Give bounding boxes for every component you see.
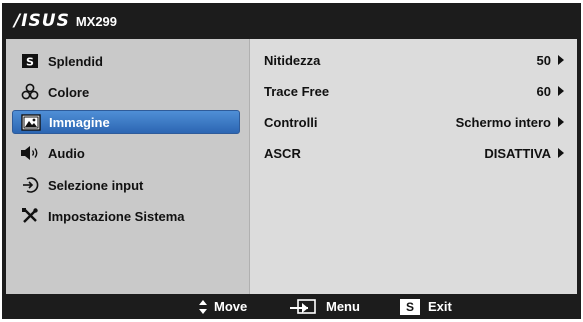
exit-label: Exit: [428, 299, 452, 314]
setting-value: DISATTIVA: [484, 145, 551, 161]
move-hint: Move: [198, 299, 247, 315]
speaker-icon: [20, 144, 40, 162]
sidebar-item-impostazione-sistema[interactable]: Impostazione Sistema: [12, 204, 240, 228]
settings-panel: Nitidezza 50 Trace Free 60 Controlli Sch…: [250, 39, 577, 294]
setting-row-nitidezza[interactable]: Nitidezza 50: [264, 49, 564, 71]
title-bar: /ISUS MX299: [2, 3, 581, 39]
setting-label: ASCR: [264, 145, 301, 161]
setting-label: Trace Free: [264, 83, 330, 99]
menu-label: Menu: [326, 299, 360, 314]
sidebar-item-immagine[interactable]: Immagine: [12, 110, 240, 134]
sidebar-item-label: Selezione input: [48, 177, 144, 193]
sidebar-item-selezione-input[interactable]: Selezione input: [12, 173, 240, 197]
svg-text:S: S: [26, 56, 34, 69]
exit-key-icon: S: [400, 298, 420, 315]
setting-row-controlli[interactable]: Controlli Schermo intero: [264, 111, 564, 133]
sidebar-item-label: Impostazione Sistema: [48, 208, 185, 224]
sidebar-item-colore[interactable]: Colore: [12, 80, 240, 104]
sidebar-item-label: Colore: [48, 84, 90, 100]
move-label: Move: [214, 299, 248, 314]
arrow-right-icon: [558, 117, 564, 127]
sidebar-item-splendid[interactable]: S Splendid: [12, 49, 240, 73]
setting-row-ascr[interactable]: ASCR DISATTIVA: [264, 142, 564, 164]
sidebar-item-label: Immagine: [49, 114, 110, 130]
sidebar-item-label: Audio: [48, 145, 85, 161]
picture-icon: [21, 113, 41, 131]
brand-logo: /ISUS: [14, 11, 70, 31]
enter-key-icon: [288, 298, 318, 315]
setting-value: 50: [536, 52, 551, 68]
exit-hint: S Exit: [400, 298, 452, 315]
model-name: MX299: [75, 13, 118, 29]
setting-value: 60: [536, 83, 551, 99]
osd-body: S Splendid Colore Immagine Audio Selezio…: [6, 39, 577, 294]
arrow-right-icon: [558, 55, 564, 65]
sidebar-item-audio[interactable]: Audio: [12, 141, 240, 165]
arrow-right-icon: [558, 86, 564, 96]
osd-window: /ISUS MX299 S Splendid Colore Immagine A…: [2, 3, 581, 319]
tools-icon: [20, 207, 40, 225]
splendid-s-icon: S: [20, 52, 40, 70]
footer-bar: Move Menu S Exit: [2, 294, 581, 319]
setting-row-trace-free[interactable]: Trace Free 60: [264, 80, 564, 102]
input-arrow-icon: [20, 176, 40, 194]
setting-value: Schermo intero: [455, 114, 551, 130]
setting-label: Controlli: [264, 114, 318, 130]
setting-label: Nitidezza: [264, 52, 321, 68]
up-down-arrows-icon: [198, 299, 208, 315]
sidebar-item-label: Splendid: [48, 53, 103, 69]
arrow-right-icon: [558, 148, 564, 158]
color-circles-icon: [20, 83, 40, 101]
sidebar: S Splendid Colore Immagine Audio Selezio…: [6, 39, 250, 294]
menu-hint: Menu: [288, 298, 360, 315]
